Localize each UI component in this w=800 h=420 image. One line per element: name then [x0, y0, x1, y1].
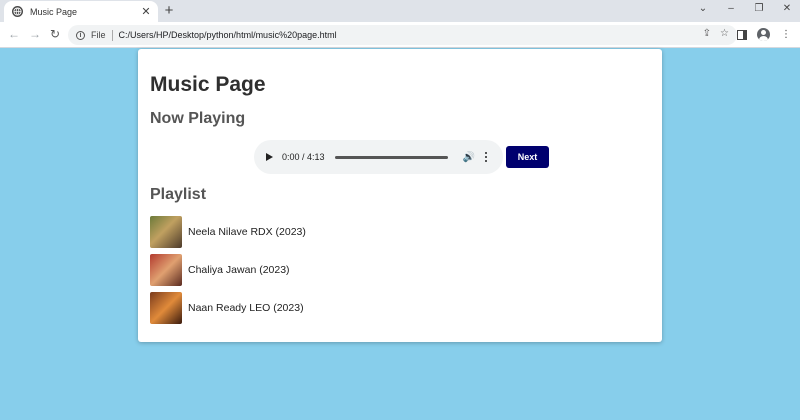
next-button[interactable]: Next — [506, 146, 549, 168]
chevron-down-icon[interactable]: ⌄ — [696, 2, 710, 16]
toolbar-actions: ⋮ — [737, 28, 792, 41]
track-label: Chaliya Jawan (2023) — [188, 264, 290, 276]
reload-icon[interactable]: ↻ — [48, 27, 62, 41]
album-art[interactable] — [150, 254, 182, 286]
address-bar[interactable]: i File C:/Users/HP/Desktop/python/html/m… — [68, 25, 737, 45]
more-options-icon[interactable] — [484, 151, 488, 163]
now-playing-heading: Now Playing — [150, 110, 246, 127]
forward-icon[interactable]: → — [28, 27, 42, 41]
restore-icon[interactable]: ❐ — [752, 2, 766, 16]
info-icon[interactable]: i — [76, 30, 85, 40]
playlist-heading: Playlist — [150, 186, 207, 203]
url-text[interactable]: C:/Users/HP/Desktop/python/html/music%20… — [119, 30, 337, 40]
side-panel-icon[interactable] — [737, 29, 747, 40]
audio-player[interactable]: 0:00 / 4:13 🔊 — [254, 140, 503, 174]
kebab-menu-icon[interactable]: ⋮ — [780, 29, 792, 41]
browser-toolbar: ← → ↻ i File C:/Users/HP/Desktop/python/… — [0, 22, 800, 48]
page-title: Music Page — [150, 73, 266, 96]
minimize-icon[interactable]: – — [724, 2, 738, 16]
file-label: File — [91, 30, 106, 40]
track-label: Neela Nilave RDX (2023) — [188, 226, 306, 238]
address-bar-actions: ⇪ ☆ — [703, 28, 729, 39]
profile-icon[interactable] — [757, 28, 770, 41]
play-icon[interactable] — [266, 153, 273, 161]
tab-title: Music Page — [30, 6, 78, 17]
tab-strip: Music Page ✕ + ⌄ – ❐ ✕ — [0, 0, 800, 22]
globe-icon — [12, 6, 23, 17]
star-icon[interactable]: ☆ — [720, 28, 729, 39]
back-icon[interactable]: ← — [7, 27, 21, 41]
player-row: 0:00 / 4:13 🔊 Next — [254, 140, 549, 174]
playlist-item[interactable]: Naan Ready LEO (2023) — [150, 292, 306, 324]
track-label: Naan Ready LEO (2023) — [188, 302, 304, 314]
album-art[interactable] — [150, 292, 182, 324]
tab-music-page[interactable]: Music Page ✕ — [4, 1, 158, 22]
album-art[interactable] — [150, 216, 182, 248]
window-close-icon[interactable]: ✕ — [780, 2, 794, 16]
divider — [111, 29, 113, 41]
playlist: Neela Nilave RDX (2023) Chaliya Jawan (2… — [150, 216, 306, 330]
window-controls: ⌄ – ❐ ✕ — [696, 2, 794, 16]
share-icon[interactable]: ⇪ — [703, 28, 711, 39]
volume-icon[interactable]: 🔊 — [463, 152, 475, 163]
time-display: 0:00 / 4:13 — [282, 152, 325, 162]
playlist-item[interactable]: Chaliya Jawan (2023) — [150, 254, 306, 286]
playlist-item[interactable]: Neela Nilave RDX (2023) — [150, 216, 306, 248]
new-tab-button[interactable]: + — [162, 3, 176, 18]
seek-bar[interactable] — [334, 155, 448, 159]
music-card: Music Page Now Playing 0:00 / 4:13 🔊 Nex… — [138, 49, 662, 342]
close-icon[interactable]: ✕ — [140, 6, 152, 18]
